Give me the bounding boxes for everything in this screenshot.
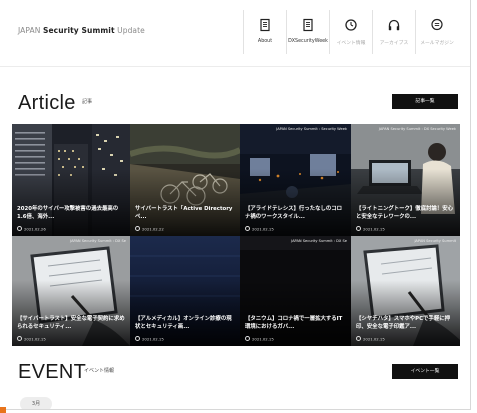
- nav-label-newsletter: メールマガジン: [420, 41, 454, 46]
- card-date: 2021.02.15: [17, 336, 46, 341]
- card-title: 【ライトニングトーク】徹底討論！安心と安全なテレワークの...: [356, 206, 454, 220]
- book-icon: [260, 18, 270, 32]
- month-tab[interactable]: 3月: [20, 397, 52, 409]
- event-heading: EVENT: [18, 361, 87, 383]
- headphones-icon: [388, 19, 400, 31]
- article-card[interactable]: 【アルメディカル】オンライン診療の現状とセキュリティ画... 2021.02.1…: [130, 236, 240, 346]
- card-title: 【タニウム】コロナ禍で一層拡大するIT環境におけるガバ...: [245, 316, 343, 330]
- article-heading: Article: [18, 92, 76, 114]
- site-header: JAPAN Security Summit Update About DXSec…: [0, 0, 470, 64]
- nav-item-dxsecurityweek[interactable]: DXSecurityWeek: [286, 10, 329, 54]
- card-date: 2021.02.26: [17, 226, 46, 231]
- article-subheading: 記事: [82, 99, 93, 105]
- card-title: 【アライドテレシス】行ったなしのコロナ禍のワークスタイル...: [245, 206, 343, 220]
- event-subheading: イベント情報: [84, 368, 115, 374]
- card-event-label: JAPAN Security Summit: [414, 239, 456, 243]
- card-event-label: JAPAN Security Summit : Security Week: [276, 127, 347, 131]
- article-card[interactable]: 2020年のサイバー攻撃被害の過去最高の1.6倍、海外... 2021.02.2…: [12, 124, 130, 236]
- main-nav: About DXSecurityWeek イベント情報 アーカイブス メールマガ…: [243, 10, 458, 54]
- card-date: 2021.02.15: [245, 226, 274, 231]
- article-card[interactable]: サイバートラスト「Active Directory ペ... 2021.02.2…: [130, 124, 240, 236]
- card-date: 2021.02.22: [135, 226, 164, 231]
- all-events-button[interactable]: イベント一覧: [392, 364, 458, 379]
- card-title: 【シヤチハタ】スマホやPCで手軽に押印、安全な電子印鑑ア...: [356, 316, 450, 330]
- card-event-label: JAPAN Security Summit : DX Security Week: [378, 127, 456, 131]
- nav-label-events: イベント情報: [336, 41, 366, 46]
- card-title: サイバートラスト「Active Directory ペ...: [135, 206, 233, 220]
- card-title: 【アルメディカル】オンライン診療の現状とセキュリティ画...: [135, 316, 232, 330]
- card-date: 2021.02.15: [356, 336, 385, 341]
- nav-label-dxsecurityweek: DXSecurityWeek: [288, 39, 328, 44]
- site-title-bold: Security Summit: [42, 26, 115, 35]
- card-date: 2021.02.15: [356, 226, 385, 231]
- card-title: 2020年のサイバー攻撃被害の過去最高の1.6倍、海外...: [17, 206, 119, 220]
- nav-item-events[interactable]: イベント情報: [329, 10, 372, 54]
- article-grid: 2020年のサイバー攻撃被害の過去最高の1.6倍、海外... 2021.02.2…: [12, 124, 460, 346]
- article-card[interactable]: JAPAN Security Summit : DX Se 【サイバートラスト】…: [12, 236, 130, 346]
- clock-icon: [345, 19, 357, 31]
- nav-item-archives[interactable]: アーカイブス: [372, 10, 415, 54]
- article-card[interactable]: JAPAN Security Summit : DX Se 【タニウム】コロナ禍…: [240, 236, 351, 346]
- chat-icon: [431, 18, 443, 31]
- nav-item-newsletter[interactable]: メールマガジン: [415, 10, 458, 54]
- accent-marker: [0, 407, 6, 413]
- article-card[interactable]: JAPAN Security Summit 【シヤチハタ】スマホやPCで手軽に押…: [351, 236, 460, 346]
- header-divider: [0, 66, 470, 67]
- article-card[interactable]: JAPAN Security Summit : Security Week 【ア…: [240, 124, 351, 236]
- all-articles-button[interactable]: 記事一覧: [392, 94, 458, 109]
- site-title-prefix: JAPAN: [18, 26, 41, 35]
- card-title: 【サイバートラスト】安全な電子契約に求められるセキュリティ...: [17, 316, 125, 330]
- nav-label-archives: アーカイブス: [379, 41, 409, 46]
- article-card[interactable]: JAPAN Security Summit : DX Security Week…: [351, 124, 460, 236]
- site-logo[interactable]: JAPAN Security Summit Update: [18, 26, 145, 35]
- page-frame: JAPAN Security Summit Update About DXSec…: [0, 0, 471, 410]
- nav-item-about[interactable]: About: [243, 10, 286, 54]
- card-date: 2021.02.15: [245, 336, 274, 341]
- site-title-suffix: Update: [117, 26, 145, 35]
- nav-label-about: About: [257, 39, 273, 44]
- card-event-label: JAPAN Security Summit : DX Se: [70, 239, 126, 243]
- card-event-label: JAPAN Security Summit : DX Se: [291, 239, 347, 243]
- card-date: 2021.02.15: [135, 336, 164, 341]
- book-icon: [303, 18, 313, 32]
